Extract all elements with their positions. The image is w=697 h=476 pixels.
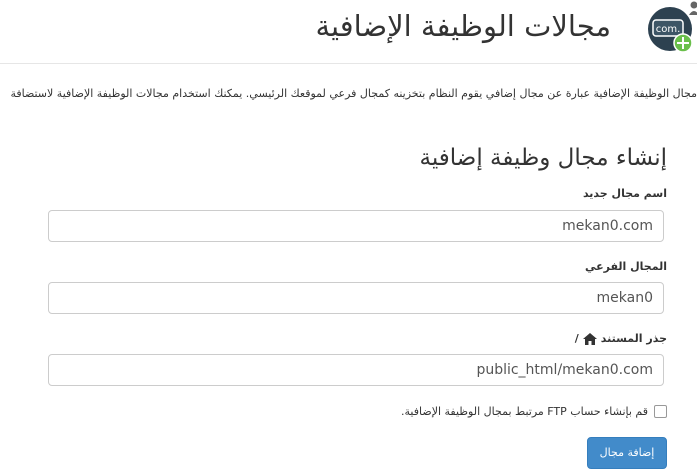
document-root-label-text: جذر المستند: [600, 332, 667, 345]
document-root-input[interactable]: public_html/mekan0.com: [48, 354, 664, 386]
subdomain-label: المجال الفرعي: [584, 260, 667, 273]
page-header: .com مجالات الوظيفة الإضافية: [0, 0, 697, 62]
add-domain-button[interactable]: إضافة مجال: [587, 437, 667, 469]
subdomain-input[interactable]: mekan0: [48, 282, 664, 314]
new-domain-label: اسم مجال جديد: [582, 187, 667, 200]
page-description: مجال الوظيفة الإضافية عبارة عن مجال إضاف…: [10, 87, 697, 100]
user-icon[interactable]: [689, 0, 697, 16]
page-title: مجالات الوظيفة الإضافية: [315, 9, 611, 43]
svg-text:.com: .com: [656, 24, 681, 35]
ftp-checkbox[interactable]: [654, 404, 667, 418]
document-root-label: جذر المستند /: [575, 331, 667, 347]
ftp-checkbox-row[interactable]: قم بإنشاء حساب FTP مرتبط بمجال الوظيفة ا…: [401, 402, 667, 420]
document-root-slash: /: [574, 332, 579, 345]
ftp-checkbox-label[interactable]: قم بإنشاء حساب FTP مرتبط بمجال الوظيفة ا…: [401, 405, 648, 418]
divider: [0, 63, 697, 64]
home-icon: [582, 332, 598, 346]
addon-domain-icon: .com: [647, 6, 693, 53]
section-title: إنشاء مجال وظيفة إضافية: [419, 145, 667, 171]
new-domain-input[interactable]: mekan0.com: [48, 210, 664, 242]
